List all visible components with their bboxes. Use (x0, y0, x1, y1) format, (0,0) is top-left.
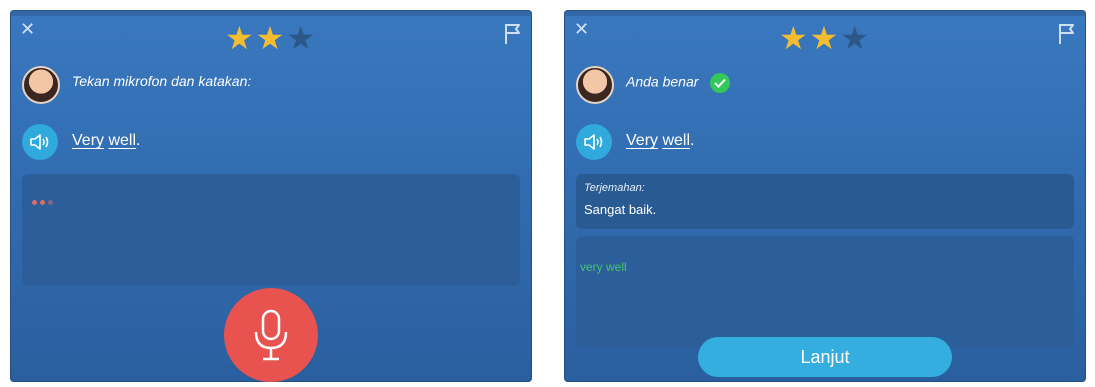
star-icon-filled: ★ (224, 20, 256, 56)
phrase-word[interactable]: Very (72, 132, 104, 149)
stars-rating: ★★★ (225, 20, 317, 56)
translation-box: Terjemahan: Sangat baik. (576, 174, 1074, 229)
status-text: Anda benar (626, 73, 731, 93)
star-icon-filled: ★ (809, 20, 841, 56)
instruction-text: Tekan mikrofon dan katakan: (72, 73, 252, 89)
speech-input-area (22, 174, 520, 286)
star-icon-filled: ★ (255, 20, 287, 56)
phrase-word[interactable]: well (108, 132, 136, 149)
avatar (22, 66, 60, 104)
top-strip (10, 10, 532, 16)
speaker-icon (30, 134, 49, 150)
top-strip (564, 10, 1086, 16)
speaker-button[interactable] (22, 124, 58, 160)
phrase-word[interactable]: well (662, 132, 690, 149)
target-phrase: Very well. (626, 132, 694, 150)
exercise-panel-result: ✕ ★★★ Anda benar Very well. Terjemahan: … (564, 10, 1086, 382)
check-icon (710, 73, 731, 93)
target-phrase: Very well. (72, 132, 140, 150)
translation-text: Sangat baik. (584, 202, 657, 217)
phrase-word[interactable]: Very (626, 132, 658, 149)
recognized-speech-area (576, 236, 1074, 348)
listening-indicator (32, 192, 56, 210)
microphone-button[interactable] (224, 288, 318, 382)
exercise-panel-speaking: ✕ ★★★ Tekan mikrofon dan katakan: Very w… (10, 10, 532, 382)
star-icon-empty: ★ (840, 20, 872, 56)
close-icon[interactable]: ✕ (574, 20, 589, 38)
translation-label: Terjemahan: (584, 182, 645, 194)
status-label: Anda benar (626, 73, 699, 90)
phrase-punctuation: . (136, 132, 141, 149)
flag-icon[interactable] (1058, 22, 1076, 46)
continue-button[interactable]: Lanjut (698, 337, 952, 377)
speaker-icon (584, 134, 603, 150)
stars-rating: ★★★ (779, 20, 871, 56)
speaker-button[interactable] (576, 124, 612, 160)
microphone-icon (254, 309, 288, 361)
star-icon-empty: ★ (286, 20, 318, 56)
star-icon-filled: ★ (778, 20, 810, 56)
phrase-punctuation: . (690, 132, 695, 149)
recognized-text: very well (580, 260, 627, 274)
avatar (576, 66, 614, 104)
close-icon[interactable]: ✕ (20, 20, 35, 38)
flag-icon[interactable] (504, 22, 522, 46)
